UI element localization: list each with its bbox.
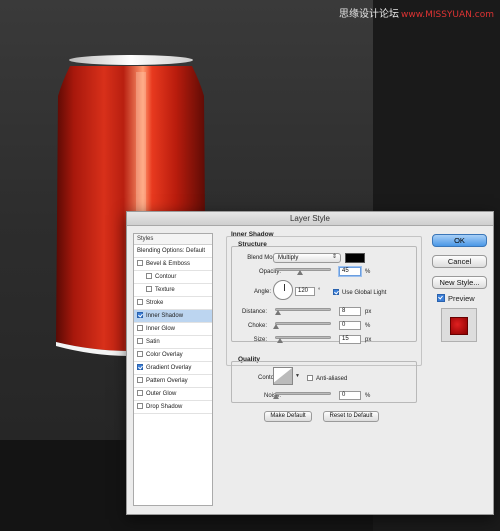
choke-slider[interactable]	[275, 322, 331, 325]
layer-style-dialog: Layer Style Styles Blending Options: Def…	[126, 211, 494, 515]
opacity-slider-thumb[interactable]	[297, 270, 304, 275]
size-slider-thumb[interactable]	[277, 338, 283, 343]
anti-aliased-checkbox[interactable]: Anti-aliased	[307, 375, 347, 382]
styles-list: Styles Blending Options: Default Bevel & …	[133, 233, 213, 506]
style-item-label: Bevel & Emboss	[146, 261, 191, 267]
preview-label: Preview	[448, 294, 475, 303]
noise-unit: %	[365, 393, 371, 399]
preview-swatch	[450, 317, 468, 335]
global-light-label: Use Global Light	[342, 290, 387, 296]
noise-input[interactable]: 0	[339, 391, 361, 400]
style-checkbox-icon[interactable]	[146, 273, 152, 279]
style-item-label: Inner Glow	[146, 326, 176, 332]
style-item-pattern-overlay[interactable]: Pattern Overlay	[134, 375, 212, 388]
style-item-label: Color Overlay	[146, 352, 183, 358]
angle-input[interactable]: 120	[295, 287, 315, 296]
style-item-color-overlay[interactable]: Color Overlay	[134, 349, 212, 362]
opacity-unit: %	[365, 269, 371, 275]
style-item-label: Drop Shadow	[146, 404, 183, 410]
cancel-button[interactable]: Cancel	[432, 255, 487, 268]
style-checkbox-icon[interactable]	[137, 364, 143, 370]
style-item-texture[interactable]: Texture	[134, 284, 212, 297]
style-checkbox-icon[interactable]	[137, 403, 143, 409]
style-item-satin[interactable]: Satin	[134, 336, 212, 349]
size-unit: px	[365, 337, 372, 343]
style-item-contour[interactable]: Contour	[134, 271, 212, 284]
angle-unit: °	[318, 288, 321, 294]
style-item-inner-shadow[interactable]: Inner Shadow	[134, 310, 212, 323]
angle-dial[interactable]	[273, 280, 293, 300]
make-default-button[interactable]: Make Default	[264, 411, 312, 422]
style-item-bevel-emboss[interactable]: Bevel & Emboss	[134, 258, 212, 271]
style-item-label: Blending Options: Default	[137, 248, 206, 254]
style-checkbox-icon[interactable]	[137, 351, 143, 357]
style-item-label: Stroke	[146, 300, 164, 306]
style-item-label: Satin	[146, 339, 160, 345]
choke-input[interactable]: 0	[339, 321, 361, 330]
style-item-blending-options-default[interactable]: Blending Options: Default	[134, 245, 212, 258]
style-checkbox-icon[interactable]	[137, 338, 143, 344]
watermark-text: 思缘设计论坛	[338, 9, 399, 20]
style-item-gradient-overlay[interactable]: Gradient Overlay	[134, 362, 212, 375]
global-light-check-icon	[333, 289, 339, 295]
ok-button[interactable]: OK	[432, 234, 487, 247]
can-top-rim	[69, 55, 193, 65]
style-checkbox-icon[interactable]	[137, 260, 143, 266]
styles-header[interactable]: Styles	[134, 234, 212, 245]
contour-dropdown-icon[interactable]: ▼	[295, 373, 300, 379]
opacity-input[interactable]: 45	[339, 267, 361, 276]
size-slider[interactable]	[275, 336, 331, 339]
style-item-label: Gradient Overlay	[146, 365, 192, 371]
distance-slider[interactable]	[275, 308, 331, 311]
style-checkbox-icon[interactable]	[137, 377, 143, 383]
shadow-color-swatch[interactable]	[345, 253, 365, 263]
new-style-button[interactable]: New Style...	[432, 276, 487, 289]
contour-picker[interactable]	[273, 367, 293, 385]
distance-slider-thumb[interactable]	[275, 310, 281, 315]
style-item-label: Outer Glow	[146, 391, 177, 397]
blend-mode-value: Multiply	[278, 255, 299, 261]
blend-mode-select[interactable]: Multiply ⇕	[273, 253, 341, 263]
style-item-label: Pattern Overlay	[146, 378, 188, 384]
style-item-stroke[interactable]: Stroke	[134, 297, 212, 310]
distance-label: Distance:	[241, 309, 267, 315]
style-item-inner-glow[interactable]: Inner Glow	[134, 323, 212, 336]
style-checkbox-icon[interactable]	[137, 312, 143, 318]
style-item-label: Inner Shadow	[146, 313, 184, 319]
anti-aliased-check-icon	[307, 375, 313, 381]
choke-label: Choke:	[247, 323, 267, 329]
dialog-title: Layer Style	[127, 212, 493, 226]
style-checkbox-icon[interactable]	[137, 299, 143, 305]
size-input[interactable]: 15	[339, 335, 361, 344]
distance-input[interactable]: 8	[339, 307, 361, 316]
angle-label: Angle:	[253, 289, 271, 295]
watermark-url: www.MISSYUAN.com	[400, 10, 494, 20]
choke-slider-thumb[interactable]	[273, 324, 279, 329]
style-item-label: Contour	[155, 274, 177, 280]
style-checkbox-icon[interactable]	[137, 325, 143, 331]
preview-check-icon	[437, 294, 445, 302]
noise-slider-thumb[interactable]	[273, 394, 279, 399]
preview-checkbox[interactable]: Preview	[437, 294, 475, 303]
select-arrows-icon: ⇕	[331, 254, 337, 260]
preview-thumbnail	[441, 308, 477, 342]
style-item-drop-shadow[interactable]: Drop Shadow	[134, 401, 212, 414]
style-item-label: Texture	[155, 287, 175, 293]
anti-aliased-label: Anti-aliased	[316, 376, 348, 382]
style-checkbox-icon[interactable]	[137, 390, 143, 396]
style-checkbox-icon[interactable]	[146, 286, 152, 292]
choke-unit: %	[365, 323, 371, 329]
size-label: Size:	[253, 337, 267, 343]
watermark: 思缘设计论坛 www.MISSYUAN.com	[339, 5, 494, 20]
noise-slider[interactable]	[275, 392, 331, 395]
reset-to-default-button[interactable]: Reset to Default	[323, 411, 379, 422]
style-item-outer-glow[interactable]: Outer Glow	[134, 388, 212, 401]
distance-unit: px	[365, 309, 372, 315]
use-global-light-checkbox[interactable]: Use Global Light	[333, 289, 386, 296]
